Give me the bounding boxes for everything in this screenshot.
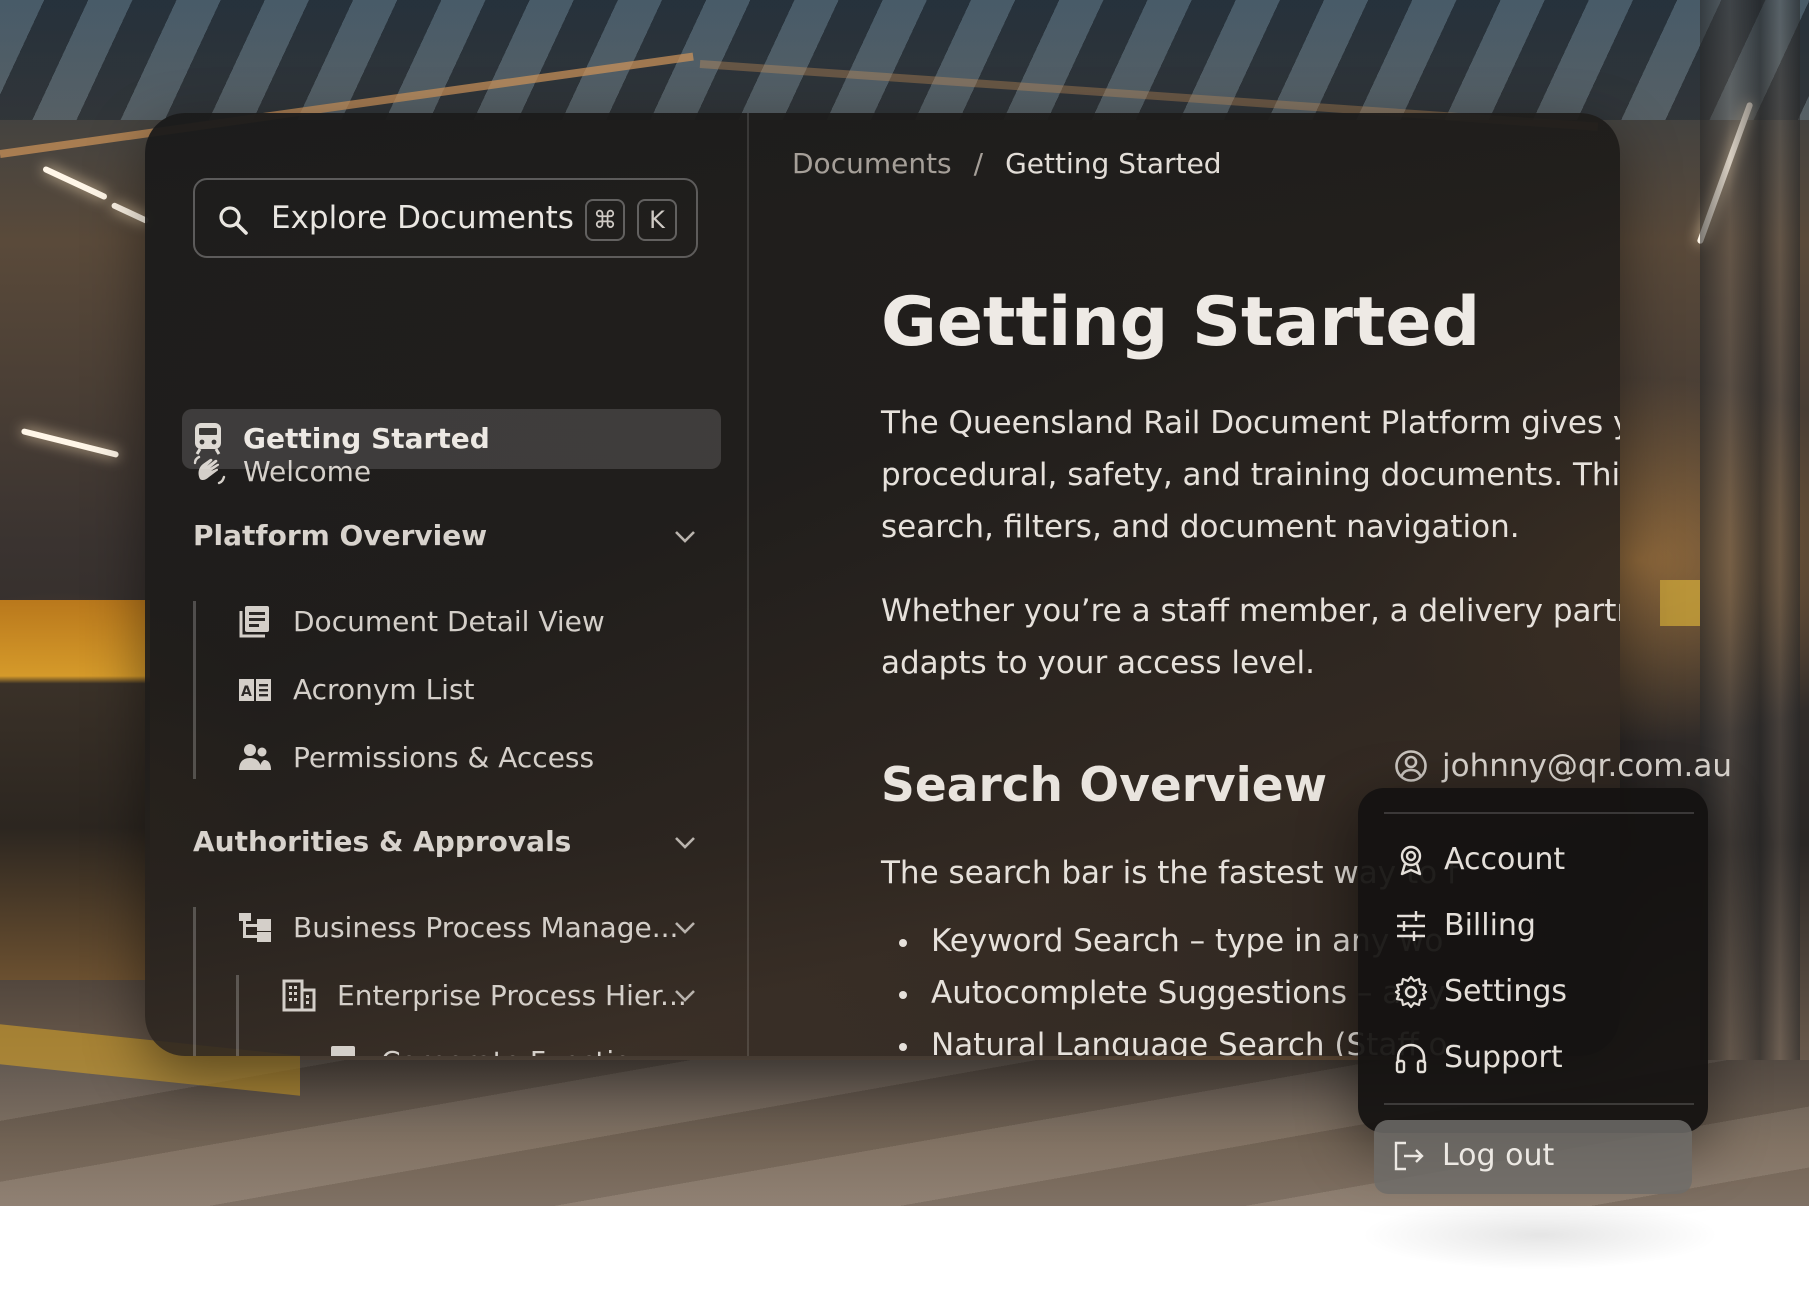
users-icon (239, 744, 271, 770)
station-sign (1660, 580, 1700, 626)
paragraph-line: procedural, safety, and training documen… (881, 457, 1620, 493)
search-placeholder: Explore Documents (271, 200, 574, 236)
breadcrumb-current: Getting Started (1005, 147, 1222, 180)
nav-item-business-process[interactable]: Business Process Manage... (237, 909, 678, 945)
svg-text:A: A (241, 684, 252, 700)
tree-line (236, 975, 239, 1056)
section-heading: Search Overview (881, 758, 1327, 813)
section-platform-overview[interactable]: Platform Overview (193, 519, 487, 552)
nav-item-document-detail-view[interactable]: Document Detail View (237, 603, 605, 639)
train-icon (195, 423, 221, 455)
chevron-down-icon[interactable] (674, 989, 696, 1003)
menu-item-label: Log out (1442, 1138, 1555, 1173)
chevron-down-icon[interactable] (674, 921, 696, 935)
menu-item-account[interactable]: Account (1394, 842, 1565, 877)
page-title: Getting Started (881, 283, 1481, 362)
paragraph-line: The Queensland Rail Document Platform gi… (881, 405, 1620, 441)
ceiling-light (42, 165, 108, 201)
menu-item-settings[interactable]: Settings (1394, 974, 1567, 1009)
sidebar: Explore Documents ⌘ K Welcome Getting St… (145, 113, 749, 1056)
nav-item-label: Getting Started (243, 421, 490, 455)
pillar (1760, 0, 1800, 1206)
menu-item-billing[interactable]: Billing (1394, 908, 1536, 943)
account-menu-trigger[interactable]: johnny@qr.com.au (1394, 748, 1732, 784)
paragraph-line: Whether you’re a staff member, a deliver… (881, 593, 1620, 629)
building-icon (282, 979, 316, 1012)
access-paragraph: Whether you’re a staff member, a deliver… (881, 585, 1620, 689)
section-authorities-approvals[interactable]: Authorities & Approvals (193, 825, 571, 858)
document-icon (331, 1046, 355, 1056)
menu-item-logout[interactable]: Log out (1392, 1138, 1554, 1173)
nav-item-corporate-functions[interactable]: Corporate Functio... (325, 1043, 657, 1056)
hierarchy-icon (239, 913, 271, 942)
nav-item-acronym-list[interactable]: A Acronym List (237, 671, 475, 707)
chevron-down-icon[interactable] (674, 530, 696, 544)
menu-item-support[interactable]: Support (1394, 1040, 1563, 1075)
tree-line (193, 601, 196, 779)
nav-item-label: Corporate Functio... (381, 1045, 657, 1057)
k-key-hint: K (637, 199, 677, 241)
nav-item-label: Enterprise Process Hier... (337, 978, 687, 1012)
ceiling-light (110, 201, 150, 225)
tree-line (193, 907, 196, 1056)
menu-item-label: Settings (1444, 974, 1568, 1009)
divider (1384, 812, 1694, 814)
dropdown-shadow (1360, 1200, 1720, 1270)
command-key-hint: ⌘ (585, 199, 625, 241)
pillar (1700, 0, 1760, 1206)
nav-item-getting-started-content[interactable]: Getting Started (193, 421, 490, 455)
headphones-icon (1395, 1043, 1427, 1073)
train (0, 600, 150, 980)
nav-item-label: Document Detail View (293, 604, 605, 638)
badge-icon (1400, 845, 1422, 875)
nav-item-permissions-access[interactable]: Permissions & Access (237, 739, 594, 775)
divider (1384, 1103, 1694, 1105)
ceiling-light (20, 427, 120, 459)
nav-item-label: Permissions & Access (293, 740, 595, 774)
menu-item-label: Account (1444, 842, 1566, 877)
breadcrumb: Documents / Getting Started (792, 147, 1222, 180)
search-icon (219, 206, 248, 235)
user-circle-icon (1395, 750, 1427, 782)
book-icon: A (239, 679, 271, 701)
paragraph-line: search, filters, and document navigation… (881, 509, 1520, 545)
account-email: johnny@qr.com.au (1442, 748, 1733, 784)
nav-item-label: Acronym List (293, 672, 475, 706)
station-roof (0, 0, 1809, 120)
nav-item-enterprise-process[interactable]: Enterprise Process Hier... (281, 977, 687, 1013)
logout-icon (1394, 1141, 1424, 1170)
nav-item-label: Business Process Manage... (293, 910, 679, 944)
paragraph-line: adapts to your access level. (881, 645, 1315, 681)
account-dropdown: Account Billing Settings Support (1358, 788, 1708, 1133)
breadcrumb-separator: / (973, 147, 984, 180)
search-bar[interactable]: Explore Documents ⌘ K (193, 178, 698, 258)
gear-icon (1394, 975, 1428, 1008)
breadcrumb-documents[interactable]: Documents (792, 147, 952, 180)
document-list-icon (239, 606, 269, 638)
intro-paragraph: The Queensland Rail Document Platform gi… (881, 397, 1620, 553)
sliders-icon (1397, 910, 1425, 941)
menu-item-label: Support (1444, 1040, 1563, 1075)
menu-item-label: Billing (1444, 908, 1536, 943)
chevron-down-icon[interactable] (674, 836, 696, 850)
